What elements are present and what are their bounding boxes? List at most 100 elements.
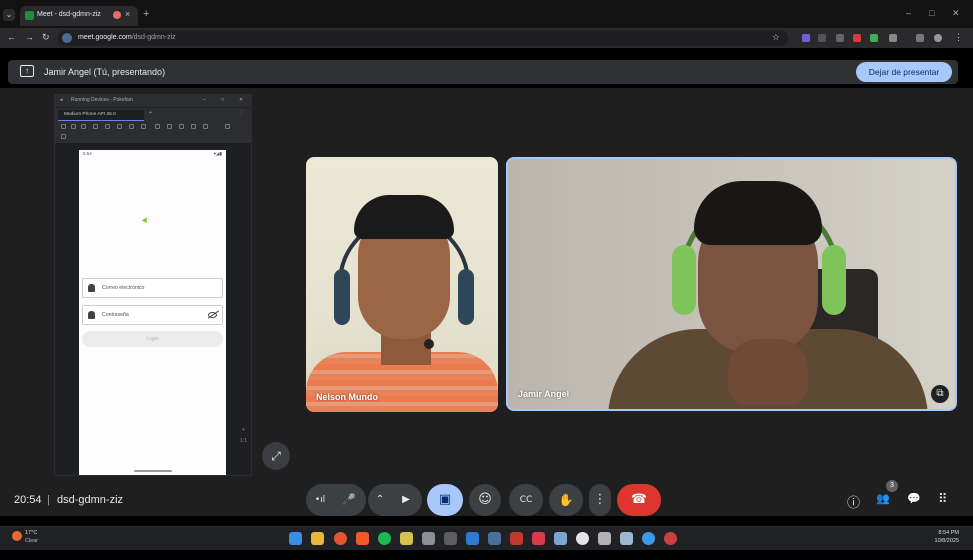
media-control-icon[interactable] [916, 34, 924, 42]
brave-icon[interactable] [356, 532, 369, 545]
taskbar-clock-date[interactable]: 10/8/2025 [935, 538, 959, 544]
present-screen-icon: ↑ [20, 65, 34, 77]
headset-earcup [458, 269, 474, 325]
emulator-tool-icon [167, 124, 172, 129]
start-menu-icon[interactable] [289, 532, 302, 545]
extension-icon[interactable] [853, 34, 861, 42]
app-icon[interactable] [444, 532, 457, 545]
microphone-button[interactable]: 🎤 [334, 484, 364, 516]
meeting-stage: ◂ Running Devices - Pokefam – □ ✕ Medium… [0, 88, 973, 484]
extensions-puzzle-icon[interactable] [889, 34, 897, 42]
participant-count-badge: 3 [886, 480, 898, 492]
emulator-tool-icon [129, 124, 134, 129]
maximize-button[interactable]: □ [929, 8, 934, 18]
person-icon [88, 284, 95, 292]
framing-crop-icon[interactable]: ⧉ [931, 385, 949, 403]
zoom-ratio-label: 1:1 [240, 438, 247, 444]
vscode-icon[interactable] [466, 532, 479, 545]
emulator-tool-icon [81, 124, 86, 129]
app-icon[interactable] [664, 532, 677, 545]
captions-button[interactable]: CC [509, 484, 543, 516]
app-icon[interactable] [510, 532, 523, 545]
phone-screen: 5:54 ▾◢▮ Correo electrónico Contraseña L… [79, 150, 226, 475]
meeting-clock: 20:54 [14, 494, 42, 506]
url-bar[interactable]: meet.google.com/dsd-gdmn-ziz ☆ [58, 30, 788, 46]
taskbar-clock-time[interactable]: 8:54 PM [939, 530, 959, 536]
back-icon[interactable]: ← [7, 32, 16, 42]
app-icon[interactable] [422, 532, 435, 545]
meeting-info-icon[interactable]: ⓘ [847, 492, 860, 511]
expand-presentation-button[interactable]: ⤢ [262, 442, 290, 470]
emulator-device-tab: Medium Phone API 36.0 [58, 110, 144, 121]
weather-description: Clear [25, 538, 39, 544]
extension-icon[interactable] [802, 34, 810, 42]
browser-app-icon[interactable] [334, 532, 347, 545]
profile-avatar[interactable] [934, 34, 942, 42]
tab-search-icon[interactable]: ⌄ [3, 9, 15, 21]
app-icon[interactable] [488, 532, 501, 545]
app-icon[interactable] [620, 532, 633, 545]
audio-level-icon[interactable]: •ıl [306, 484, 334, 516]
emulator-tool-icon [225, 124, 230, 129]
leave-call-button[interactable]: ☎ [617, 484, 661, 516]
app-icon[interactable] [532, 532, 545, 545]
stop-presenting-button[interactable]: Dejar de presentar [856, 62, 952, 82]
extension-icon[interactable] [836, 34, 844, 42]
extension-icon[interactable] [870, 34, 878, 42]
phone-status-icons: ▾◢▮ [213, 151, 222, 156]
headset-mic [424, 339, 434, 349]
file-explorer-icon[interactable] [311, 532, 324, 545]
new-tab-button[interactable]: + [143, 8, 149, 20]
extension-icon[interactable] [818, 34, 826, 42]
weather-icon[interactable] [12, 531, 22, 541]
participant-hair [694, 181, 822, 245]
phone-clock: 5:54 [83, 151, 92, 156]
close-window-button[interactable]: ✕ [952, 8, 960, 19]
app-icon[interactable] [400, 532, 413, 545]
spotify-icon[interactable] [378, 532, 391, 545]
headset-earcup [822, 245, 846, 315]
emulator-options-icon: ⋮ [239, 110, 244, 116]
forward-icon[interactable]: → [25, 32, 34, 42]
url-host: meet.google.com [78, 34, 132, 41]
tab-meet[interactable]: Meet - dsd-gdmn-ziz × [20, 6, 138, 26]
app-icon[interactable] [598, 532, 611, 545]
participant-tile-nelson[interactable]: Nelson Mundo [306, 157, 498, 412]
app-icon[interactable] [554, 532, 567, 545]
chrome-icon[interactable] [576, 532, 589, 545]
emulator-tab-bar: Medium Phone API 36.0 + ⋮ [55, 107, 251, 121]
people-icon[interactable]: 👥 [876, 492, 890, 505]
activities-icon[interactable]: ⠿ [938, 492, 948, 507]
shared-screen-tile: ◂ Running Devices - Pokefam – □ ✕ Medium… [54, 94, 252, 476]
zoom-in-icon: + [242, 427, 245, 433]
minimize-button[interactable]: – [906, 8, 911, 18]
emulator-close-icon: ✕ [239, 97, 244, 103]
browser-menu-icon[interactable]: ⋮ [954, 32, 963, 43]
raise-hand-button[interactable]: ✋ [549, 484, 583, 516]
participant-tile-jamir[interactable]: Jamir Angel ⧉ [506, 157, 957, 411]
more-options-button[interactable]: ⋮ [589, 484, 611, 516]
app-icon[interactable] [642, 532, 655, 545]
bookmark-star-icon[interactable]: ☆ [772, 32, 780, 43]
screen-bottom-edge [0, 550, 973, 560]
emulator-app-icon: ◂ [60, 97, 63, 103]
device-tab-label: Medium Phone API 36.0 [64, 112, 116, 117]
reload-icon[interactable]: ↻ [42, 32, 50, 43]
headset-earcup [672, 245, 696, 315]
chat-icon[interactable]: 💬 [907, 492, 921, 505]
address-toolbar: ← → ↻ meet.google.com/dsd-gdmn-ziz ☆ ⋮ [0, 28, 973, 48]
camera-button[interactable]: ▶ [392, 484, 420, 516]
browser-tab-strip: ⌄ Meet - dsd-gdmn-ziz × + – □ ✕ [0, 0, 973, 28]
url-path: /dsd-gdmn-ziz [131, 34, 176, 41]
tab-close-button[interactable]: × [125, 9, 130, 19]
emulator-title-bar: ◂ Running Devices - Pokefam – □ ✕ [55, 95, 251, 107]
headset-earcup [334, 269, 350, 325]
emoji-reaction-button[interactable]: ☺ [469, 484, 501, 516]
present-screen-button[interactable]: ▣ [427, 484, 463, 516]
mouse-cursor-icon [141, 217, 150, 225]
login-button: Login [82, 331, 223, 347]
os-taskbar: 17°C Clear 8:54 PM 10/8/2025 [0, 526, 973, 550]
camera-options-chevron-icon[interactable]: ⌃ [368, 484, 392, 516]
site-info-icon[interactable] [62, 33, 72, 43]
emulator-tool-icon [105, 124, 110, 129]
